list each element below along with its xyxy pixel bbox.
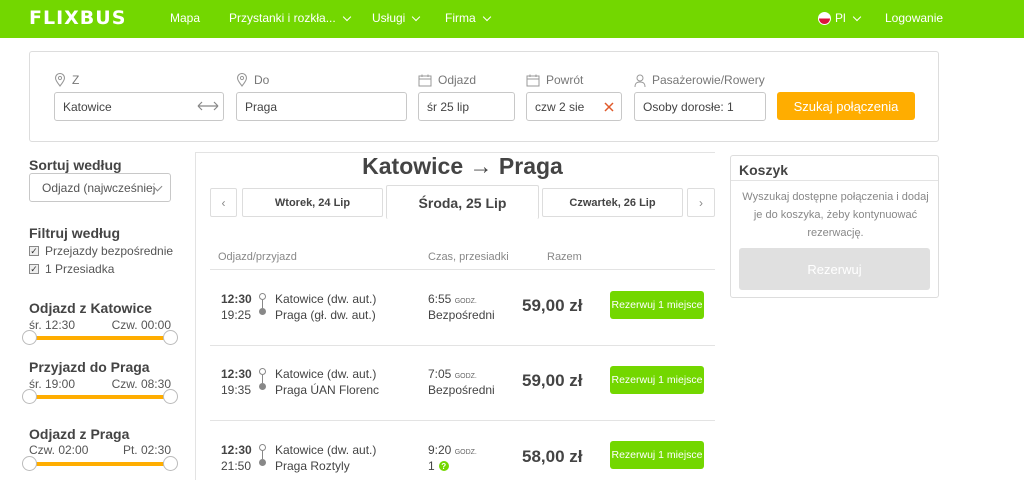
checkbox-checked-icon[interactable]: ✓ [29, 264, 39, 274]
transfer-info: Bezpośredni [428, 383, 495, 397]
return-label: Powrót [526, 73, 583, 87]
slider-handle-max[interactable] [163, 330, 178, 345]
arrival-time: 21:50 [221, 459, 252, 473]
to-input[interactable]: Praga [236, 92, 407, 121]
date-tab-next[interactable]: Czwartek, 26 Lip [542, 188, 683, 217]
transfer-info: Bezpośredni [428, 308, 495, 322]
poland-flag-icon [818, 11, 831, 25]
from-label: Z [54, 73, 79, 87]
search-button[interactable]: Szukaj połączenia [777, 92, 915, 120]
search-form: Z Katowice Do Praga Odjazd śr 25 lip Pow… [29, 51, 939, 142]
range-values: śr. 12:30 Czw. 00:00 [29, 318, 171, 332]
chevron-down-icon [482, 12, 491, 21]
calendar-icon [526, 74, 540, 86]
basket-title: Koszyk [739, 162, 789, 178]
divider [731, 180, 938, 181]
transfer-info[interactable]: 1? [428, 459, 449, 473]
nav-map[interactable]: Mapa [170, 11, 200, 25]
ride-duration: 9:20 GODZ. [428, 443, 477, 457]
column-header: Odjazd/przyjazd [218, 251, 297, 263]
swap-icon[interactable] [197, 100, 219, 112]
slider-handle-min[interactable] [22, 456, 37, 471]
column-header: Razem [547, 251, 582, 263]
column-header: Czas, przesiadki [428, 251, 509, 263]
slider-handle-min[interactable] [22, 389, 37, 404]
depart-label: Odjazd [418, 73, 476, 87]
passengers-input[interactable]: Osoby dorosłe: 1 [634, 92, 766, 121]
divider [195, 152, 196, 480]
reserve-button[interactable]: Rezerwuj [739, 248, 930, 290]
passengers-label: Pasażerowie/Rowery [634, 73, 765, 87]
date-tab-prev[interactable]: Wtorek, 24 Lip [242, 188, 383, 217]
help-icon[interactable]: ? [438, 461, 449, 471]
sort-select[interactable]: Odjazd (najwcześniej [29, 173, 171, 202]
departure-time: 12:30 [221, 367, 252, 381]
basket-empty-text: Wyszukaj dostępne połączenia i dodaj je … [742, 191, 929, 239]
slider-handle-max[interactable] [163, 389, 178, 404]
chevron-down-icon [852, 12, 861, 21]
route-line-icon [259, 368, 267, 390]
nav-services[interactable]: Usługi [372, 11, 421, 25]
departure-stop[interactable]: Katowice (dw. aut.) [275, 292, 376, 306]
slider-handle-max[interactable] [163, 456, 178, 471]
arrival-stop[interactable]: Praga (gł. dw. aut.) [275, 308, 376, 322]
departure-stop[interactable]: Katowice (dw. aut.) [275, 443, 376, 457]
route-line-icon [259, 444, 267, 466]
departure-time: 12:30 [221, 292, 252, 306]
route-line-icon [259, 293, 267, 315]
range-title-departure: Odjazd z Katowice [29, 300, 152, 316]
range-title-arrival: Przyjazd do Praga [29, 359, 150, 375]
login-link[interactable]: Logowanie [885, 11, 943, 25]
arrival-slider[interactable] [22, 389, 178, 404]
arrival-stop[interactable]: Praga Roztyly [275, 459, 350, 473]
chevron-down-icon [342, 12, 351, 21]
chevron-down-icon [412, 12, 421, 21]
to-label: Do [236, 73, 269, 87]
divider [210, 345, 715, 346]
slider-handle-min[interactable] [22, 330, 37, 345]
sort-title: Sortuj według [29, 157, 122, 173]
ride-price: 59,00 zł [522, 371, 583, 390]
return-slider[interactable] [22, 456, 178, 471]
filter-one-transfer[interactable]: ✓ 1 Przesiadka [29, 262, 114, 276]
divider [210, 269, 715, 270]
nav-stops[interactable]: Przystanki i rozkła... [229, 11, 351, 25]
language-switcher[interactable]: Pl [818, 11, 861, 25]
range-values: Czw. 02:00 Pt. 02:30 [29, 443, 171, 457]
next-day-button[interactable]: › [687, 188, 715, 217]
book-seat-button[interactable]: Rezerwuj 1 miejsce [610, 366, 704, 394]
ride-price: 59,00 zł [522, 296, 583, 315]
departure-stop[interactable]: Katowice (dw. aut.) [275, 367, 376, 381]
range-values: śr. 19:00 Czw. 08:30 [29, 377, 171, 391]
calendar-icon [418, 74, 432, 86]
filter-direct[interactable]: ✓ Przejazdy bezpośrednie [29, 244, 173, 258]
checkbox-checked-icon[interactable]: ✓ [29, 246, 39, 256]
divider [210, 420, 715, 421]
basket-panel: Koszyk Wyszukaj dostępne połączenia i do… [730, 155, 939, 298]
clear-icon[interactable] [604, 102, 614, 112]
filter-title: Filtruj według [29, 225, 120, 241]
departure-time: 12:30 [221, 443, 252, 457]
location-pin-icon [236, 73, 248, 87]
date-tab-active[interactable]: Środa, 25 Lip [386, 185, 539, 219]
arrival-time: 19:25 [221, 308, 252, 322]
top-bar: FLIXBUS Mapa Przystanki i rozkła... Usłu… [0, 0, 1024, 38]
range-title-return: Odjazd z Praga [29, 426, 130, 442]
ride-duration: 7:05 GODZ. [428, 367, 477, 381]
arrival-time: 19:35 [221, 383, 252, 397]
prev-day-button[interactable]: ‹ [210, 188, 237, 217]
person-icon [634, 74, 646, 87]
flixbus-logo[interactable]: FLIXBUS [29, 7, 126, 29]
depart-date-input[interactable]: śr 25 lip [418, 92, 515, 121]
book-seat-button[interactable]: Rezerwuj 1 miejsce [610, 441, 704, 469]
departure-slider[interactable] [22, 330, 178, 345]
route-title: Katowice → Praga [362, 153, 563, 179]
nav-company[interactable]: Firma [445, 11, 491, 25]
ride-duration: 6:55 GODZ. [428, 292, 477, 306]
ride-price: 58,00 zł [522, 447, 583, 466]
arrival-stop[interactable]: Praga ÚAN Florenc [275, 383, 379, 397]
location-pin-icon [54, 73, 66, 87]
book-seat-button[interactable]: Rezerwuj 1 miejsce [610, 291, 704, 319]
